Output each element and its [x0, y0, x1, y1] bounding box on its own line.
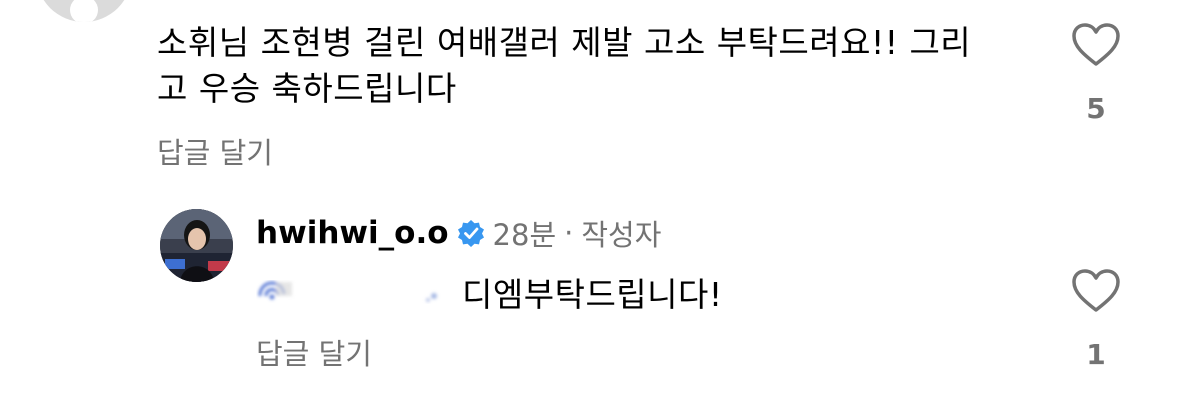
reply-body: 디엠부탁드립니다! [256, 268, 723, 316]
like-button[interactable] [1071, 268, 1121, 314]
default-avatar-head [70, 0, 98, 22]
blurred-mention-icon [258, 281, 437, 302]
verified-badge-icon [457, 220, 484, 247]
blurred-mention [256, 274, 456, 310]
comment-text: 소휘님 조현병 걸린 여배갤러 제발 고소 부탁드려요!! 그리고 우승 축하드… [157, 23, 972, 108]
reply-username[interactable]: hwihwi_o.o [256, 215, 449, 251]
meta-separator: · [564, 216, 574, 250]
heart-icon [1072, 23, 1120, 66]
commenter-avatar[interactable] [36, 0, 132, 22]
reply-button[interactable]: 답글 달기 [157, 130, 273, 172]
heart-icon [1072, 269, 1120, 312]
reply-header: hwihwi_o.o 28분 · 작성자 [256, 211, 661, 255]
profile-photo-icon [160, 209, 233, 282]
reply-text: 디엠부탁드립니다! [462, 275, 723, 314]
reply-author-avatar[interactable] [160, 209, 233, 282]
reply-time: 28분 [492, 218, 557, 252]
like-count: 1 [1086, 338, 1106, 371]
author-tag: 작성자 [581, 218, 662, 252]
reply-button[interactable]: 답글 달기 [256, 331, 372, 373]
like-count: 5 [1086, 92, 1106, 125]
like-button[interactable] [1071, 22, 1121, 68]
